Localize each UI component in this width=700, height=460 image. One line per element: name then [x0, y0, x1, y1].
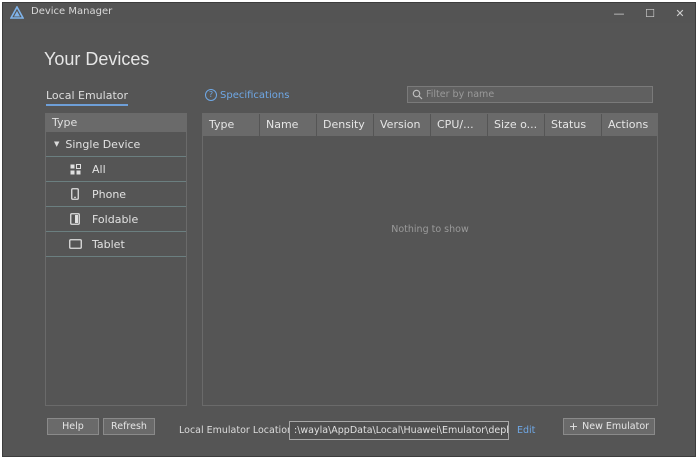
search-field[interactable]	[407, 86, 653, 103]
device-manager-window: Device Manager — ☐ ✕ Your Devices Local …	[2, 2, 696, 457]
emulator-location-label: Local Emulator Location:	[179, 425, 297, 436]
device-table: Type Name Density Version CPU/... Size o…	[202, 113, 658, 406]
search-input[interactable]	[426, 89, 652, 100]
empty-table-message: Nothing to show	[391, 224, 469, 235]
tree-item-label: All	[92, 162, 106, 176]
column-header-density[interactable]: Density	[317, 114, 374, 136]
title-bar[interactable]: Device Manager — ☐ ✕	[3, 3, 695, 23]
tree-item-label: Phone	[92, 187, 127, 201]
foldable-icon	[68, 212, 82, 226]
tree-item-tablet[interactable]: Tablet	[46, 232, 186, 257]
type-column-header: Type	[46, 114, 186, 132]
column-header-size[interactable]: Size o...	[488, 114, 545, 136]
close-button[interactable]: ✕	[669, 5, 691, 21]
specifications-link[interactable]: ? Specifications	[205, 89, 289, 101]
help-circle-icon: ?	[205, 89, 217, 101]
specifications-label: Specifications	[220, 89, 290, 101]
window-title: Device Manager	[31, 6, 113, 17]
column-header-name[interactable]: Name	[260, 114, 317, 136]
new-emulator-button[interactable]: + New Emulator	[563, 418, 655, 435]
phone-icon	[68, 187, 82, 201]
column-header-version[interactable]: Version	[374, 114, 431, 136]
tree-item-label: Tablet	[92, 237, 125, 251]
tree-item-phone[interactable]: Phone	[46, 182, 186, 207]
tree-item-foldable[interactable]: Foldable	[46, 207, 186, 232]
column-header-cpu[interactable]: CPU/...	[431, 114, 488, 136]
tree-item-label: Foldable	[92, 212, 139, 226]
table-header-row: Type Name Density Version CPU/... Size o…	[203, 114, 657, 136]
caret-down-icon[interactable]: ▼	[54, 140, 59, 148]
grid-icon	[68, 162, 82, 176]
minimize-button[interactable]: —	[608, 5, 630, 21]
refresh-button[interactable]: Refresh	[103, 418, 155, 435]
tab-local-emulator[interactable]: Local Emulator	[46, 89, 129, 106]
emulator-location-field[interactable]: :\wayla\AppData\Local\Huawei\Emulator\de…	[289, 421, 509, 440]
column-header-actions[interactable]: Actions	[602, 114, 657, 136]
column-header-status[interactable]: Status	[545, 114, 602, 136]
new-emulator-label: New Emulator	[582, 421, 650, 432]
page-title: Your Devices	[44, 49, 150, 69]
device-type-panel: Type ▼ Single Device All Phone Foldable …	[45, 113, 187, 406]
tablet-icon	[68, 237, 82, 251]
plus-icon: +	[568, 420, 579, 433]
maximize-button[interactable]: ☐	[639, 5, 661, 21]
tree-group-label: Single Device	[65, 137, 141, 151]
tree-group-single-device[interactable]: ▼ Single Device	[46, 132, 186, 157]
edit-location-link[interactable]: Edit	[517, 425, 535, 436]
help-button[interactable]: Help	[47, 418, 99, 435]
search-icon	[408, 87, 426, 102]
column-header-type[interactable]: Type	[203, 114, 260, 136]
tree-item-all[interactable]: All	[46, 157, 186, 182]
app-logo-icon	[10, 6, 24, 19]
